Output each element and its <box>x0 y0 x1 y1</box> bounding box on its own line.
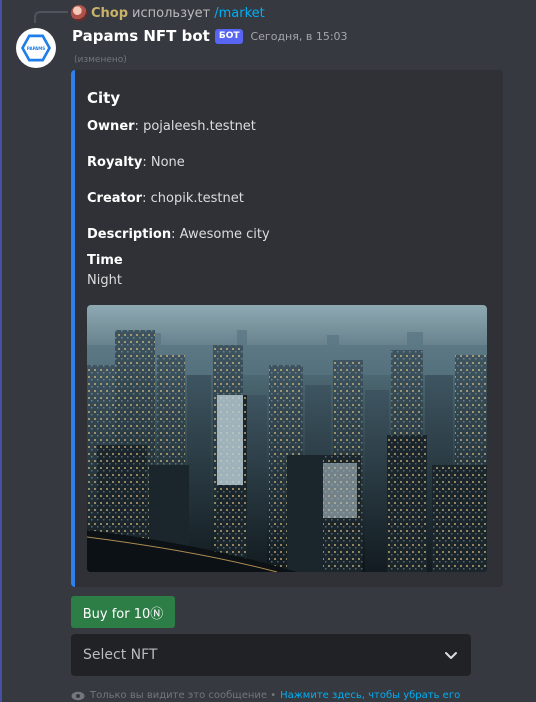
field-name: Owner <box>87 119 135 134</box>
ephemeral-notice: Только вы видите это сообщение • Нажмите… <box>71 690 460 701</box>
field-name: Description <box>87 227 172 242</box>
nft-embed: City Owner: pojaleesh.testnet Royalty: N… <box>71 70 503 587</box>
select-placeholder: Select NFT <box>83 647 158 663</box>
field-value: Awesome city <box>179 227 270 242</box>
select-nft-dropdown[interactable]: Select NFT <box>71 634 471 676</box>
reply-username[interactable]: Chop <box>91 6 128 21</box>
message-timestamp: Сегодня, в 15:03 <box>250 29 348 43</box>
message-header: Papams NFT bot БОТ Сегодня, в 15:03 <box>72 27 348 45</box>
buy-button[interactable]: Buy for 10Ⓝ <box>71 596 175 628</box>
unread-stripe <box>0 0 2 702</box>
ephemeral-text: Только вы видите это сообщение • <box>90 690 277 701</box>
reply-command[interactable]: /market <box>214 6 265 21</box>
eye-icon <box>71 691 85 700</box>
embed-field-owner: Owner: pojaleesh.testnet <box>87 119 256 134</box>
embed-field-creator: Creator: chopik.testnet <box>87 191 244 206</box>
embed-title: City <box>87 89 121 107</box>
reply-connector <box>34 11 68 23</box>
bot-tag-badge: БОТ <box>214 28 244 44</box>
reply-action: использует <box>132 5 211 21</box>
field-name: Time <box>87 253 123 268</box>
embed-field-royalty: Royalty: None <box>87 155 185 170</box>
city-night-image <box>87 305 487 572</box>
embed-field-description: Description: Awesome city <box>87 227 270 242</box>
field-name: Creator <box>87 191 143 206</box>
dismiss-link[interactable]: Нажмите здесь, чтобы убрать его <box>280 690 460 701</box>
edited-label: (изменено) <box>74 55 127 65</box>
nft-image[interactable] <box>87 305 487 572</box>
embed-field-time-value: Night <box>87 273 122 288</box>
bot-name[interactable]: Papams NFT bot <box>72 27 210 45</box>
field-value: chopik.testnet <box>150 191 244 206</box>
avatar-logo-text: PAPAMS <box>24 37 48 59</box>
bot-avatar[interactable]: PAPAMS <box>16 28 56 68</box>
field-value: pojaleesh.testnet <box>143 119 256 134</box>
chevron-down-icon <box>445 652 457 659</box>
embed-field-time-name: Time <box>87 253 123 268</box>
field-value: None <box>150 155 185 170</box>
field-name: Royalty <box>87 155 143 170</box>
hexagon-logo-icon: PAPAMS <box>21 34 51 62</box>
reply-context[interactable]: Chop использует /market <box>71 4 265 22</box>
user-avatar-icon[interactable] <box>71 5 87 21</box>
